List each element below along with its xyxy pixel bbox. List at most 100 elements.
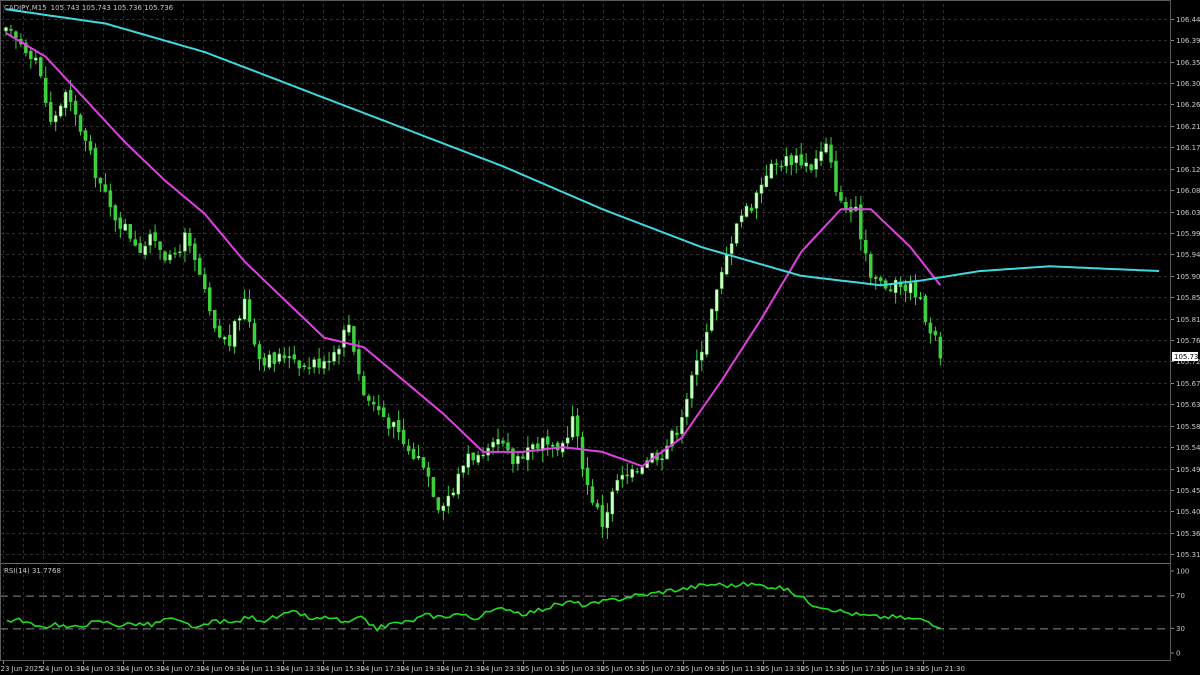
- svg-text:105.736: 105.736: [1174, 353, 1200, 361]
- candle-body: [168, 254, 172, 261]
- current-price-tag: 105.736: [1172, 352, 1200, 361]
- candle-body: [203, 274, 207, 290]
- candle-body: [635, 471, 639, 473]
- symbol-header: CADJPY,M15 105.743 105.743 105.736 105.73…: [4, 4, 174, 12]
- candle-body: [88, 141, 93, 151]
- candle-body: [501, 440, 505, 444]
- candle-body: [367, 395, 371, 401]
- candle-body: [824, 143, 828, 153]
- candle-body: [695, 360, 699, 375]
- candle-body: [158, 241, 162, 250]
- candle-body: [690, 375, 694, 399]
- candle-body: [138, 243, 142, 253]
- time-tick-label: 25 Jun 13:30: [761, 665, 805, 673]
- candle-body: [357, 349, 361, 375]
- time-tick-label: 24 Jun 09:30: [201, 665, 245, 673]
- candle-body: [903, 284, 908, 292]
- candle-body: [352, 326, 356, 352]
- candle-body: [839, 192, 843, 201]
- chart-canvas[interactable]: 106.440 106.395 106.350 106.305 106.260 106.2…: [0, 0, 1200, 675]
- price-tick-label: 105.450: [1176, 487, 1200, 495]
- candle-body: [128, 224, 132, 239]
- price-tick-label: 105.855: [1176, 294, 1200, 302]
- candle-body: [58, 105, 63, 117]
- time-tick-label: 25 Jun 15:30: [801, 665, 845, 673]
- candle-body: [799, 154, 803, 166]
- candle-body: [381, 407, 386, 417]
- price-tick-label: 105.810: [1176, 316, 1200, 324]
- candle-body: [98, 177, 103, 184]
- candle-body: [506, 442, 510, 451]
- candle-body: [476, 455, 480, 463]
- candle-body: [451, 492, 456, 496]
- candle-body: [83, 130, 88, 141]
- price-tick-label: 105.360: [1176, 530, 1200, 538]
- candle-body: [14, 31, 18, 38]
- time-tick-label: 24 Jun 05:30: [121, 665, 165, 673]
- candle-body: [660, 458, 664, 460]
- candle-body: [153, 232, 157, 241]
- time-tick-label: 24 Jun 21:30: [441, 665, 485, 673]
- candle-body: [302, 365, 306, 367]
- time-tick-label: 24 Jun 15:30: [321, 665, 365, 673]
- candle-body: [287, 356, 292, 358]
- candle-body: [491, 441, 495, 448]
- candle-body: [764, 175, 769, 188]
- time-tick-label: 23 Jun 2025: [1, 665, 43, 673]
- price-tick-label: 106.440: [1176, 16, 1200, 24]
- candle-body: [282, 355, 287, 359]
- time-tick-label: 25 Jun 17:30: [841, 665, 885, 673]
- price-tick-label: 105.630: [1176, 401, 1200, 409]
- candle-body: [406, 445, 411, 452]
- candle-body: [610, 491, 615, 515]
- price-tick-label: 106.395: [1176, 37, 1200, 45]
- price-tick-label: 106.125: [1176, 166, 1200, 174]
- candle-body: [163, 251, 167, 261]
- candle-body: [401, 429, 406, 444]
- price-tick-label: 106.170: [1176, 144, 1200, 152]
- price-tick-label: 105.315: [1176, 551, 1200, 559]
- time-tick-label: 24 Jun 13:30: [281, 665, 325, 673]
- candle-body: [426, 467, 431, 477]
- candle-body: [913, 281, 918, 298]
- candle-body: [53, 115, 58, 123]
- candle-body: [809, 164, 813, 171]
- candle-body: [217, 325, 222, 338]
- candle-body: [521, 456, 525, 459]
- candle-body: [878, 277, 883, 281]
- time-tick-label: 24 Jun 07:30: [161, 665, 205, 673]
- candle-body: [68, 89, 73, 102]
- candle-body: [63, 91, 68, 109]
- candle-body: [615, 480, 620, 491]
- candle-body: [531, 444, 535, 450]
- candle-body: [804, 162, 808, 167]
- candle-body: [416, 456, 421, 459]
- candle-body: [44, 78, 48, 103]
- candle-body: [222, 337, 227, 340]
- time-tick-label: 24 Jun 03:30: [81, 665, 125, 673]
- price-tick-label: 106.305: [1176, 80, 1200, 88]
- candle-body: [545, 436, 550, 445]
- time-tick-label: 24 Jun 19:30: [401, 665, 445, 673]
- rsi-tick-label: 70: [1176, 592, 1185, 600]
- candle-body: [620, 474, 625, 480]
- candle-body: [565, 437, 570, 444]
- candle-body: [48, 101, 53, 122]
- candle-body: [779, 165, 784, 168]
- candle-body: [700, 351, 704, 361]
- time-tick-label: 25 Jun 07:30: [641, 665, 685, 673]
- candle-body: [411, 448, 416, 459]
- candle-body: [923, 295, 928, 323]
- candle-body: [575, 415, 580, 437]
- candle-body: [212, 309, 217, 329]
- candle-body: [386, 417, 391, 429]
- time-tick-label: 24 Jun 01:30: [41, 665, 85, 673]
- candle-body: [242, 298, 247, 320]
- candle-body: [536, 443, 540, 449]
- candle-body: [749, 207, 754, 211]
- candle-body: [819, 151, 823, 161]
- candle-body: [297, 360, 301, 369]
- price-tick-label: 105.495: [1176, 466, 1200, 474]
- candle-body: [93, 147, 98, 178]
- candle-body: [600, 505, 605, 527]
